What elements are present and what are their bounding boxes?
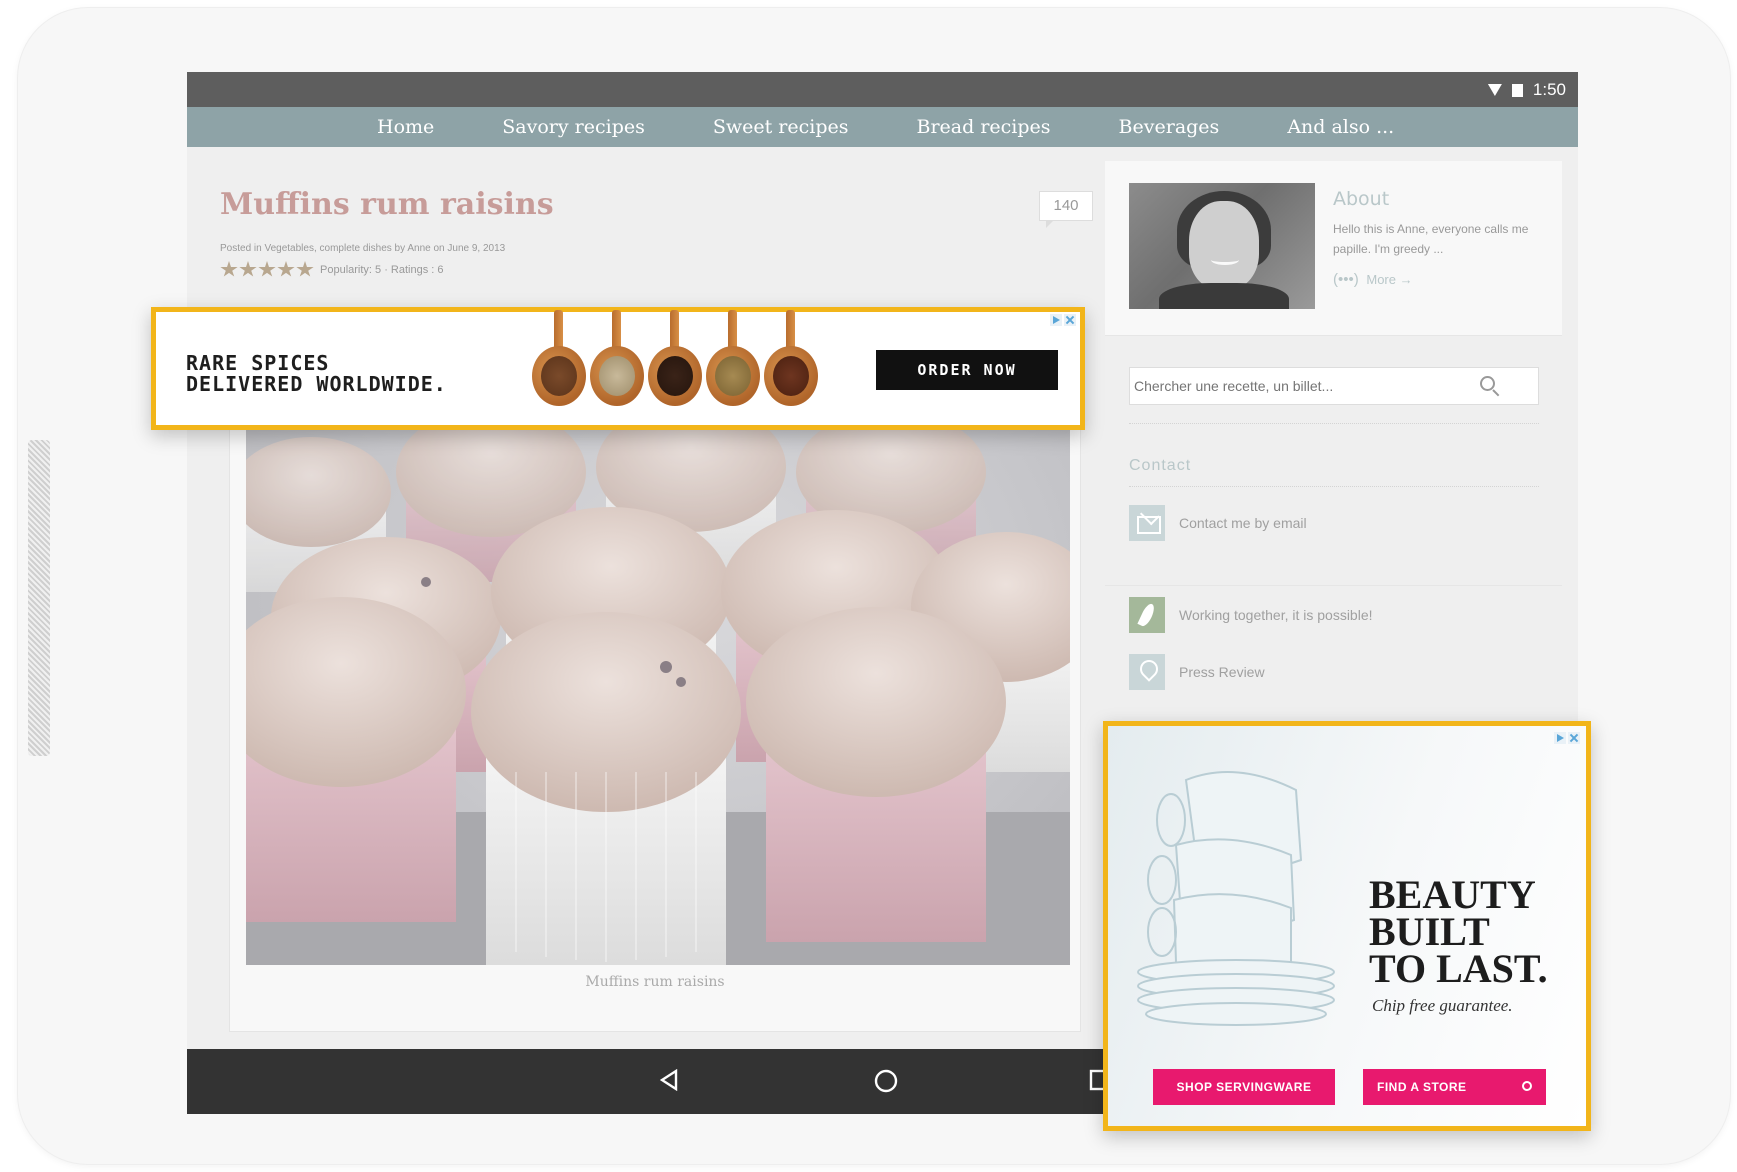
- back-icon[interactable]: [660, 1069, 678, 1091]
- ad-info-icon[interactable]: [1554, 732, 1566, 744]
- rating-text: Popularity: 5 · Ratings : 6: [320, 263, 444, 276]
- status-time: 1:50: [1532, 80, 1566, 99]
- nav-and-also[interactable]: And also ...: [1287, 116, 1394, 138]
- working-together-label: Working together, it is possible!: [1179, 607, 1373, 623]
- nav-beverages[interactable]: Beverages: [1119, 116, 1220, 138]
- shop-servingware-button[interactable]: SHOP SERVINGWARE: [1153, 1069, 1335, 1105]
- servingware-ad[interactable]: BEAUTY BUILT TO LAST. Chip free guarante…: [1103, 721, 1591, 1131]
- find-a-store-label: FIND A STORE: [1377, 1080, 1467, 1094]
- muffin-illustration: [246, 402, 1070, 965]
- wifi-icon: [1487, 84, 1502, 96]
- post-title[interactable]: Muffins rum raisins: [220, 187, 554, 222]
- search-input[interactable]: [1130, 378, 1470, 394]
- feather-icon: [1129, 597, 1165, 633]
- press-review-label: Press Review: [1179, 664, 1265, 680]
- press-review-link[interactable]: Press Review: [1129, 654, 1265, 690]
- star-icon[interactable]: [220, 261, 238, 277]
- about-more-link[interactable]: (•••) More →: [1333, 271, 1413, 288]
- divider: [1129, 423, 1539, 424]
- working-together-link[interactable]: Working together, it is possible!: [1129, 597, 1373, 633]
- pin-icon: [1129, 654, 1165, 690]
- divider: [1129, 486, 1539, 487]
- about-title: About: [1333, 188, 1390, 210]
- status-icons: 1:50: [1487, 80, 1566, 100]
- search-box[interactable]: [1129, 367, 1539, 405]
- post-meta: Posted in Vegetables, complete dishes by…: [220, 243, 506, 254]
- star-icon[interactable]: [277, 261, 295, 277]
- home-icon[interactable]: [873, 1068, 899, 1094]
- ad-headline: RARE SPICES DELIVERED WORLDWIDE.: [186, 351, 447, 396]
- author-avatar[interactable]: [1129, 183, 1315, 309]
- nav-home[interactable]: Home: [377, 116, 434, 138]
- ad-box-subline: Chip free guarantee.: [1372, 996, 1513, 1015]
- spices-ad-banner[interactable]: RARE SPICES DELIVERED WORLDWIDE. ORDER N…: [151, 307, 1085, 430]
- order-now-button[interactable]: ORDER NOW: [876, 350, 1058, 390]
- sidebar-separator: [1105, 585, 1562, 586]
- ad-choices: [1554, 732, 1580, 744]
- about-text: Hello this is Anne, everyone calls me pa…: [1333, 222, 1529, 256]
- find-a-store-button[interactable]: FIND A STORE: [1363, 1069, 1546, 1105]
- spoons-image: [532, 310, 822, 406]
- ad-info-icon[interactable]: [1050, 314, 1062, 326]
- nav-bread-recipes[interactable]: Bread recipes: [917, 116, 1051, 138]
- rating-row: Popularity: 5 · Ratings : 6: [220, 261, 444, 278]
- ad-close-icon[interactable]: [1568, 732, 1580, 744]
- rating-stars[interactable]: [220, 261, 314, 278]
- battery-icon: [1511, 83, 1523, 97]
- magnifier-icon: [1522, 1081, 1532, 1091]
- star-icon[interactable]: [258, 261, 276, 277]
- more-dots-icon: (•••): [1333, 271, 1359, 288]
- nav-savory-recipes[interactable]: Savory recipes: [502, 116, 645, 138]
- article-image-frame: Muffins rum raisins: [229, 387, 1081, 1032]
- side-speaker-left: [28, 440, 50, 756]
- star-icon[interactable]: [296, 261, 314, 277]
- contact-email-label: Contact me by email: [1179, 515, 1307, 531]
- muffin-photo: [246, 392, 1070, 965]
- mail-icon: [1129, 505, 1165, 541]
- ad-close-icon[interactable]: [1064, 314, 1076, 326]
- about-more-label: More →: [1366, 272, 1413, 287]
- ad-box-headline: BEAUTY BUILT TO LAST.: [1369, 872, 1548, 991]
- nav-sweet-recipes[interactable]: Sweet recipes: [713, 116, 849, 138]
- teacups-image: [1126, 750, 1356, 1026]
- photo-caption: Muffins rum raisins: [585, 974, 725, 990]
- ad-choices: [1050, 314, 1076, 326]
- about-widget: About Hello this is Anne, everyone calls…: [1105, 161, 1562, 336]
- comment-count-badge[interactable]: 140: [1039, 191, 1093, 228]
- status-bar: 1:50: [187, 72, 1578, 107]
- site-nav: Home Savory recipes Sweet recipes Bread …: [187, 107, 1578, 147]
- contact-title: Contact: [1129, 457, 1192, 474]
- contact-email-link[interactable]: Contact me by email: [1129, 505, 1307, 541]
- star-icon[interactable]: [239, 261, 257, 277]
- search-icon[interactable]: [1480, 376, 1500, 398]
